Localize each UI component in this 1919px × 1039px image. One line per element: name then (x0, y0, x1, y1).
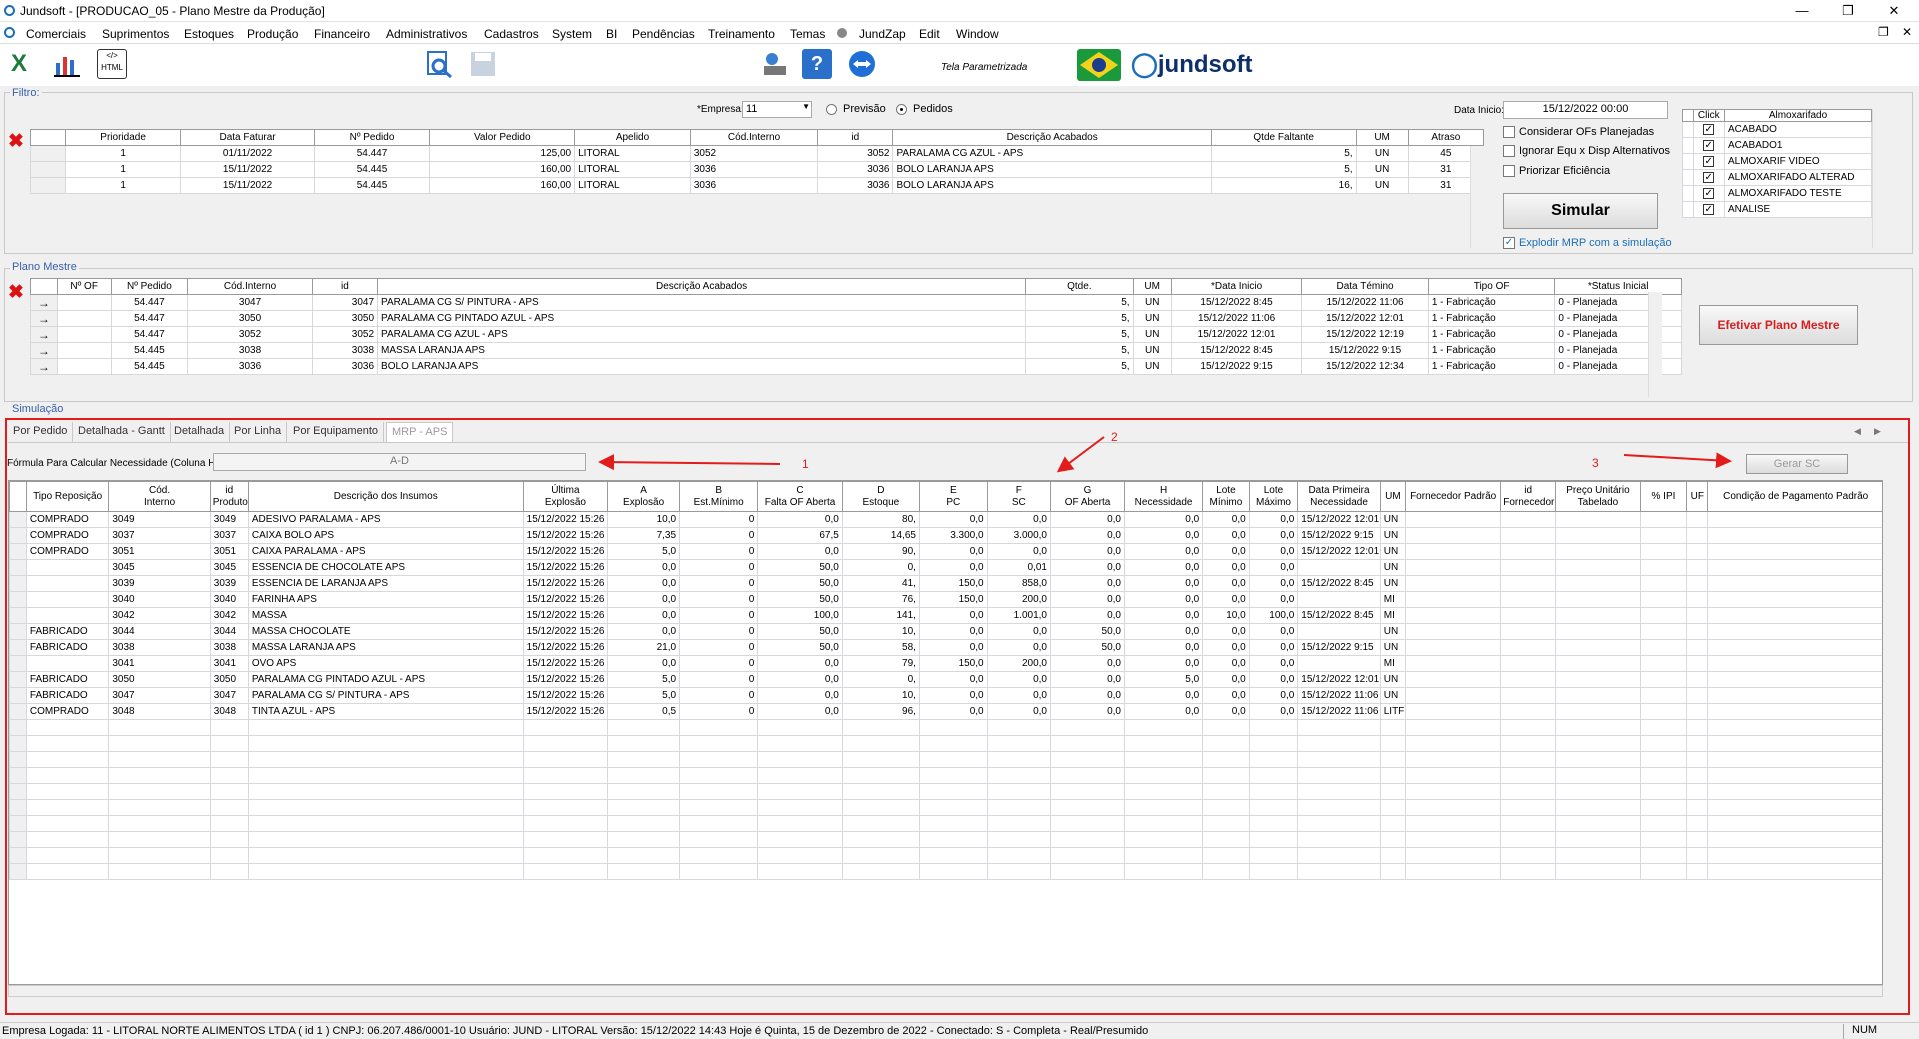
num-indicator: NUM (1843, 1024, 1918, 1039)
annotation-3: 3 (1592, 456, 1599, 470)
annotation-2: 2 (1111, 430, 1118, 444)
annotation-arrows (598, 436, 1732, 473)
status-text: Empresa Logada: 11 - LITORAL NORTE ALIME… (2, 1025, 1149, 1037)
annotation-1: 1 (802, 457, 809, 471)
status-bar: Empresa Logada: 11 - LITORAL NORTE ALIME… (0, 1022, 1919, 1039)
